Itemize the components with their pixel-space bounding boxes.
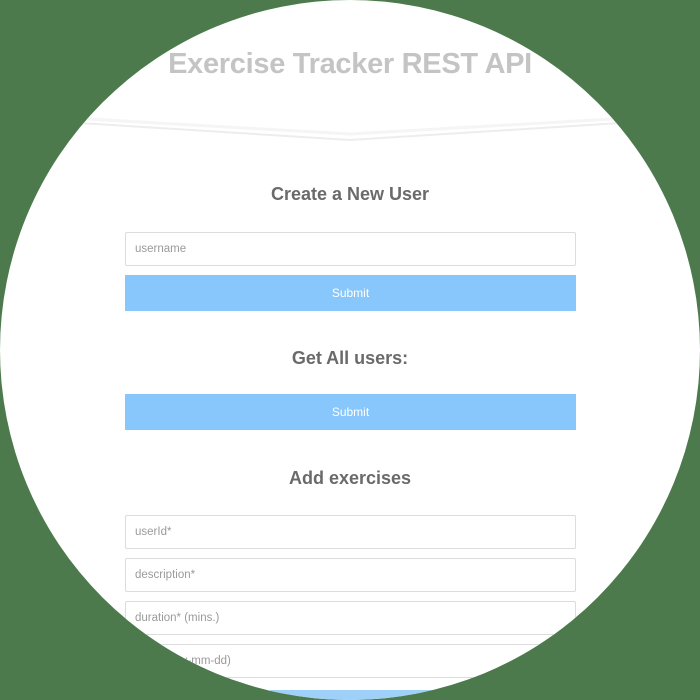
date-input[interactable]	[125, 644, 576, 678]
create-user-heading: Create a New User	[270, 184, 430, 204]
description-input[interactable]	[125, 558, 576, 592]
add-exercise-submit-button-edge[interactable]	[270, 690, 432, 700]
duration-input[interactable]	[125, 601, 576, 635]
get-users-heading: Get All users:	[291, 348, 409, 368]
create-user-submit-button[interactable]: Submit	[125, 275, 576, 311]
page-title: Exercise Tracker REST API	[168, 48, 532, 80]
circular-viewport: Exercise Tracker REST API Create a New U…	[0, 0, 700, 700]
header-divider	[0, 112, 700, 142]
userid-input[interactable]	[125, 515, 576, 549]
get-users-submit-button[interactable]: Submit	[125, 394, 576, 430]
username-input[interactable]	[125, 232, 576, 266]
add-exercises-heading: Add exercises	[288, 468, 412, 488]
